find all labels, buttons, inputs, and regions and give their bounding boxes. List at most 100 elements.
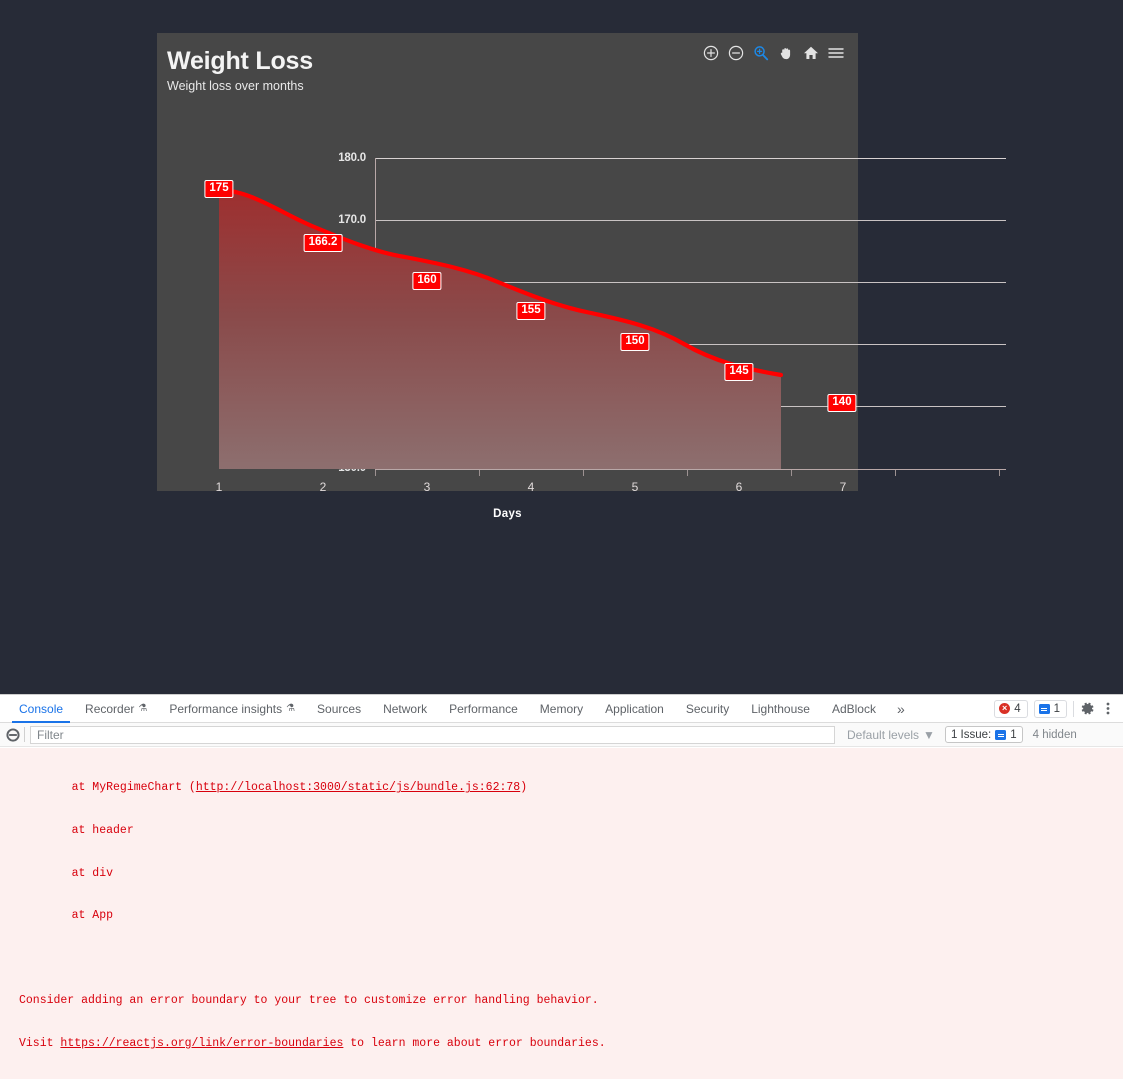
issues-count: 1 <box>1010 728 1017 741</box>
error-count-label: 4 <box>1014 702 1021 715</box>
tab-label: Application <box>605 701 664 716</box>
x-tick-label: 3 <box>423 480 431 494</box>
x-tickmark <box>791 470 792 476</box>
tab-adblock[interactable]: AdBlock <box>821 695 887 722</box>
tab-label: Memory <box>539 701 584 716</box>
issue-icon <box>995 729 1007 740</box>
x-tick-label: 7 <box>839 480 847 494</box>
devtools-tabbar: Console Recorder ⚗ Performance insights ⚗ … <box>0 695 1123 723</box>
clear-console-icon[interactable] <box>4 727 22 742</box>
error-count-badge[interactable]: × 4 <box>994 699 1028 718</box>
weight-loss-chart-card: Weight Loss Weight loss over months Weig… <box>157 33 1006 520</box>
stack-line-close: ) <box>520 781 528 795</box>
gear-icon[interactable] <box>1080 701 1095 716</box>
tab-application[interactable]: Application <box>594 695 675 722</box>
tab-lighthouse[interactable]: Lighthouse <box>740 695 821 722</box>
menu-icon[interactable] <box>828 45 844 61</box>
y-tick-label: 170.0 <box>338 214 366 226</box>
tab-label: Console <box>19 701 64 716</box>
issues-badge[interactable]: 1 Issue: 1 <box>944 726 1023 743</box>
x-axis-title: Days <box>493 508 522 520</box>
devtools-status-group: × 4 1 <box>994 695 1123 722</box>
reset-zoom-icon[interactable] <box>803 45 819 61</box>
y-tick-label: 180.0 <box>338 152 366 164</box>
y-tick-label: 150.0 <box>338 338 366 350</box>
message-icon <box>1038 703 1050 714</box>
tab-security[interactable]: Security <box>675 695 740 722</box>
chart-subtitle: Weight loss over months <box>167 79 304 93</box>
x-tickmark <box>375 470 376 476</box>
tab-sources[interactable]: Sources <box>306 695 372 722</box>
advice-pre: Visit <box>19 1036 61 1050</box>
tab-label: Recorder <box>85 701 135 716</box>
tab-label: Network <box>383 701 428 716</box>
data-label: 175 <box>204 180 234 198</box>
data-label: 166.2 <box>303 234 343 252</box>
tab-recorder[interactable]: Recorder ⚗ <box>74 695 158 722</box>
x-tickmark <box>687 470 688 476</box>
tab-console[interactable]: Console <box>8 695 74 723</box>
data-label: 150 <box>620 333 650 351</box>
x-axis-line <box>375 469 1006 470</box>
console-filter-bar: Default levels ▼ 1 Issue: 1 4 hidden <box>0 723 1123 747</box>
y-tick-label: 140.0 <box>338 400 366 412</box>
message-count-label: 1 <box>1053 702 1060 715</box>
more-options-icon[interactable] <box>1101 701 1115 716</box>
tab-label: Security <box>685 701 730 716</box>
stack-source-link[interactable]: http://localhost:3000/static/js/bundle.j… <box>196 781 520 794</box>
stack-line-text: at MyRegimeChart ( <box>44 781 196 795</box>
chart-toolbar <box>703 45 844 61</box>
gridline <box>375 158 1006 159</box>
tab-label: AdBlock <box>831 701 876 716</box>
error-boundaries-link[interactable]: https://reactjs.org/link/error-boundarie… <box>60 1037 343 1050</box>
stack-line: at MyRegimeChart (http://localhost:3000/… <box>0 781 1123 795</box>
selection-zoom-icon[interactable] <box>753 45 769 61</box>
flask-icon: ⚗ <box>286 703 296 714</box>
x-tick-label: 5 <box>631 480 639 494</box>
zoom-in-icon[interactable] <box>703 45 719 61</box>
data-label: 160 <box>412 272 442 290</box>
data-label: 155 <box>516 302 546 320</box>
gridline <box>375 344 1006 345</box>
gridline <box>375 282 1006 283</box>
console-output[interactable]: at MyRegimeChart (http://localhost:3000/… <box>0 748 1123 1079</box>
divider <box>1073 700 1074 717</box>
stack-line: at div <box>44 866 114 880</box>
tab-label: Performance <box>449 701 518 716</box>
filter-input[interactable] <box>30 725 835 744</box>
stack-line: at App <box>44 909 114 923</box>
error-icon: × <box>999 703 1011 714</box>
y-tick-label: 130.0 <box>338 462 366 474</box>
tab-performance-insights[interactable]: Performance insights ⚗ <box>158 695 306 722</box>
tab-label: Performance insights <box>169 701 283 716</box>
data-label: 140 <box>827 394 857 412</box>
tab-network[interactable]: Network <box>372 695 438 722</box>
x-tickmark <box>999 470 1000 476</box>
x-tickmark <box>479 470 480 476</box>
x-tick-label: 4 <box>527 480 535 494</box>
error-advice-line: Visit https://reactjs.org/link/error-bou… <box>0 1037 1123 1051</box>
divider <box>24 727 25 742</box>
x-tick-label: 6 <box>735 480 743 494</box>
message-count-badge[interactable]: 1 <box>1033 699 1067 718</box>
panning-icon[interactable] <box>778 45 794 61</box>
x-tickmark <box>895 470 896 476</box>
tab-memory[interactable]: Memory <box>529 695 594 722</box>
x-tickmark <box>583 470 584 476</box>
hidden-messages-label: 4 hidden <box>1032 728 1077 741</box>
x-tick-label: 2 <box>319 480 327 494</box>
console-error-stack: at MyRegimeChart (http://localhost:3000/… <box>0 748 1123 1079</box>
chevron-down-icon: ▼ <box>923 727 935 742</box>
tab-performance[interactable]: Performance <box>438 695 529 722</box>
devtools-panel: Console Recorder ⚗ Performance insights ⚗ … <box>0 694 1123 1079</box>
more-tabs-icon[interactable]: » <box>887 695 915 722</box>
log-levels-dropdown[interactable]: Default levels ▼ <box>847 728 935 742</box>
error-advice-line: Consider adding an error boundary to you… <box>19 994 599 1008</box>
stack-line: at header <box>44 824 134 838</box>
zoom-out-icon[interactable] <box>728 45 744 61</box>
gridline <box>375 406 1006 407</box>
gridline <box>375 220 1006 221</box>
chart-plot-area <box>157 111 858 491</box>
y-tick-label: 160.0 <box>338 276 366 288</box>
